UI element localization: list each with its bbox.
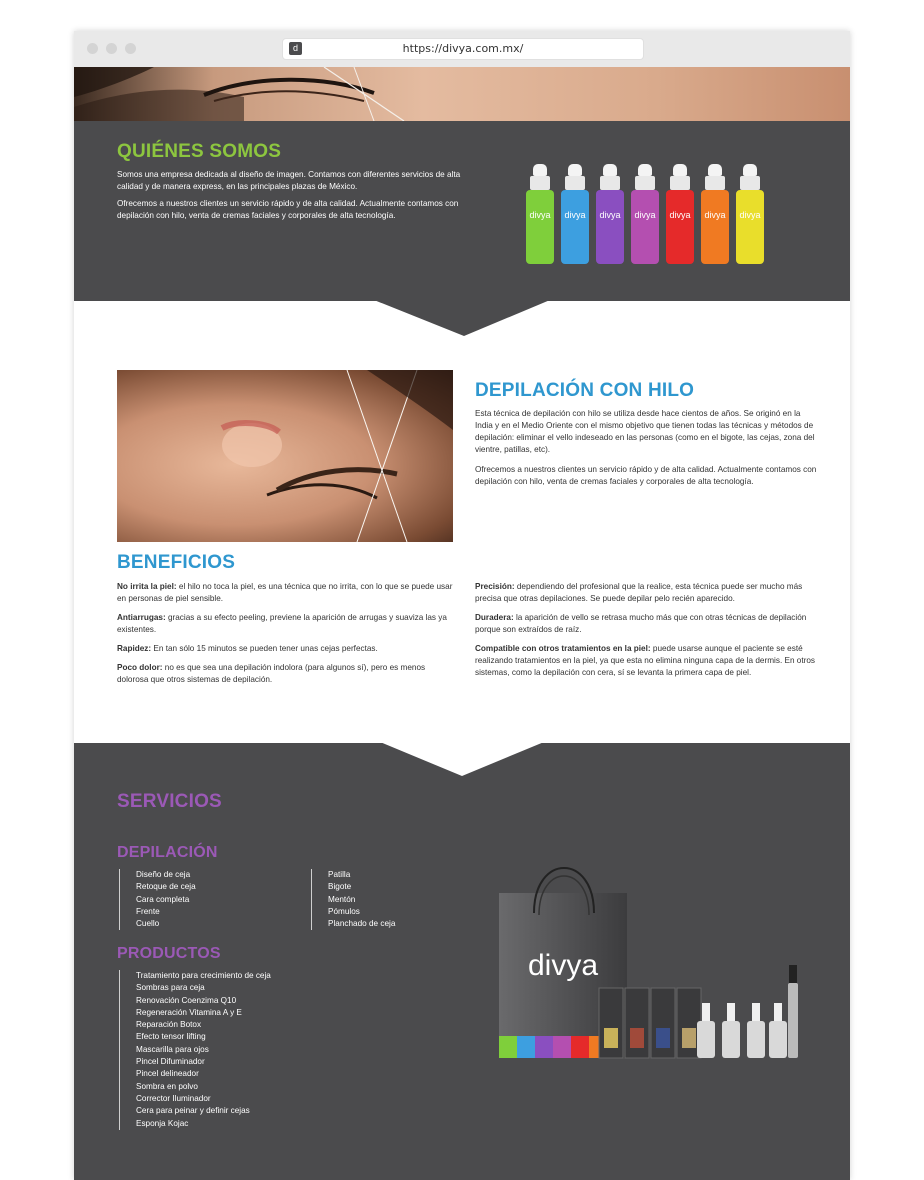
about-section: QUIÉNES SOMOS Somos una empresa dedicada… xyxy=(74,121,850,301)
benefit-text: En tan sólo 15 minutos se pueden tener u… xyxy=(151,644,378,653)
list-item: Corrector Iluminador xyxy=(136,1093,211,1103)
threading-photo xyxy=(117,370,453,542)
list-item: Planchado de ceja xyxy=(328,919,396,929)
benefit-item: Rapidez: En tan sólo 15 minutos se puede… xyxy=(117,643,457,655)
list-item: Mascarilla para ojos xyxy=(136,1044,209,1054)
benefit-term: Rapidez: xyxy=(117,644,152,653)
list-item: Frente xyxy=(136,906,160,916)
bottle-label: divya xyxy=(634,210,656,220)
serum-bottle: divya xyxy=(525,164,555,266)
benefit-term: Antiarrugas: xyxy=(117,613,166,622)
window-zoom-button[interactable] xyxy=(125,43,136,54)
list-item: Patilla xyxy=(328,870,351,879)
benefit-item: Compatible con otros tratamientos en la … xyxy=(475,643,820,679)
benefit-term: No irrita la piel: xyxy=(117,582,177,591)
hero-image xyxy=(74,67,850,121)
url-text: https://divya.com.mx/ xyxy=(402,42,524,55)
list-item: Pincel Difuminador xyxy=(136,1057,205,1067)
benefit-item: Antiarrugas: gracias a su efecto peeling… xyxy=(117,612,457,636)
benefit-text: gracias a su efecto peeling, previene la… xyxy=(117,613,447,634)
list-item: Cara completa xyxy=(136,894,190,904)
list-item: Cera para peinar y definir cejas xyxy=(136,1106,250,1116)
benefit-term: Compatible con otros tratamientos en la … xyxy=(475,644,651,653)
benefit-item: Poco dolor: no es que sea una depilación… xyxy=(117,662,457,686)
product-bag-image: divya xyxy=(499,867,798,1059)
threading-paragraph-1: Esta técnica de depilación con hilo se u… xyxy=(475,409,815,454)
serum-bottle: divya xyxy=(735,164,765,266)
benefit-text: no es que sea una depilación indolora (p… xyxy=(117,663,426,684)
list-item: Esponja Kojac xyxy=(136,1118,189,1128)
browser-toolbar: d https://divya.com.mx/ xyxy=(74,31,850,68)
serum-bottle: divya xyxy=(630,164,660,266)
services-section: SERVICIOS DEPILACIÓN Diseño de ceja Retoq… xyxy=(74,743,850,1180)
depilation-list-col2: Patilla Bigote Mentón Pómulos Planchado de c… xyxy=(311,869,396,931)
list-item: Tratamiento para crecimiento de ceja xyxy=(136,971,271,980)
list-item: Mentón xyxy=(328,894,356,904)
depilation-title: DEPILACIÓN xyxy=(117,844,218,861)
benefit-item: Precisión: dependiendo del profesional q… xyxy=(475,581,820,605)
serum-bottle: divya xyxy=(665,164,695,266)
benefit-item: No irrita la piel: el hilo no toca la pi… xyxy=(117,581,457,605)
list-item: Efecto tensor lifting xyxy=(136,1032,206,1042)
serum-bottle: divya xyxy=(595,164,625,266)
benefits-title: BENEFICIOS xyxy=(117,552,236,573)
products-list: Tratamiento para crecimiento de ceja Somb… xyxy=(119,970,271,1130)
about-section-arrow xyxy=(374,300,550,336)
list-item: Pincel delineador xyxy=(136,1069,199,1079)
list-item: Diseño de ceja xyxy=(136,870,191,879)
bottle-label: divya xyxy=(669,210,691,220)
list-item: Retoque de ceja xyxy=(136,882,196,892)
list-item: Sombra en polvo xyxy=(136,1081,198,1091)
window-close-button[interactable] xyxy=(87,43,98,54)
bottle-label: divya xyxy=(529,210,551,220)
list-item: Regeneración Vitamina A y E xyxy=(136,1007,242,1017)
bottle-label: divya xyxy=(599,210,621,220)
products-title: PRODUCTOS xyxy=(117,945,221,962)
list-item: Sombras para ceja xyxy=(136,983,205,993)
benefit-item: Duradera: la aparición de vello se retra… xyxy=(475,612,820,636)
list-item: Renovación Coenzima Q10 xyxy=(136,995,237,1005)
serum-bottles-image: divya divya divya divya divya divya divya xyxy=(74,121,850,301)
benefits-left-column: No irrita la piel: el hilo no toca la pi… xyxy=(117,581,457,693)
bottle-label: divya xyxy=(704,210,726,220)
serum-bottle: divya xyxy=(700,164,730,266)
benefit-term: Poco dolor: xyxy=(117,663,163,672)
benefit-text: la aparición de vello se retrasa mucho m… xyxy=(475,613,807,634)
benefit-term: Duradera: xyxy=(475,613,514,622)
threading-paragraph-2: Ofrecemos a nuestros clientes un servici… xyxy=(475,465,817,486)
benefit-term: Precisión: xyxy=(475,582,515,591)
bag-logo: divya xyxy=(528,949,598,982)
browser-window: d https://divya.com.mx/ QUIÉNES SOMOS So… xyxy=(74,31,850,1180)
services-title: SERVICIOS xyxy=(117,791,222,812)
threading-title: DEPILACIÓN CON HILO xyxy=(475,380,695,401)
list-item: Reparación Botox xyxy=(136,1020,202,1030)
address-bar[interactable]: d https://divya.com.mx/ xyxy=(283,39,643,59)
depilation-list-col1: Diseño de ceja Retoque de ceja Cara comple… xyxy=(119,869,196,931)
list-item: Cuello xyxy=(136,919,160,929)
hero-eye-image xyxy=(74,67,405,121)
bottle-label: divya xyxy=(564,210,586,220)
services-section-arrow xyxy=(380,742,544,776)
benefits-right-column: Precisión: dependiendo del profesional q… xyxy=(475,581,820,686)
serum-bottle: divya xyxy=(560,164,590,266)
bottle-label: divya xyxy=(739,210,761,220)
list-item: Bigote xyxy=(328,882,352,892)
window-minimize-button[interactable] xyxy=(106,43,117,54)
list-item: Pómulos xyxy=(328,906,360,916)
benefit-text: dependiendo del profesional que la reali… xyxy=(475,582,803,603)
